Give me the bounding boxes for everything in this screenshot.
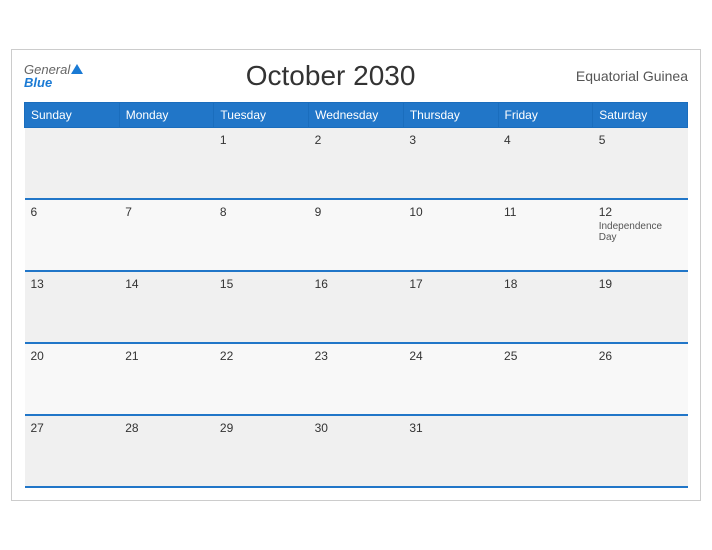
logo-general-text: General	[24, 63, 70, 76]
calendar-week-row: 27 28 29 30 31	[25, 415, 688, 487]
calendar-week-row: 12345	[25, 127, 688, 199]
calendar-day-cell: 20	[25, 343, 120, 415]
col-thursday: Thursday	[403, 102, 498, 127]
calendar-day-cell: 12 Independence Day	[593, 199, 688, 271]
day-number: 18	[504, 277, 587, 291]
calendar-day-cell: 18	[498, 271, 593, 343]
calendar-day-cell	[593, 415, 688, 487]
calendar-day-cell: 1	[214, 127, 309, 199]
calendar-day-cell: 19	[593, 271, 688, 343]
day-number: 29	[220, 421, 303, 435]
calendar-day-cell: 28	[119, 415, 214, 487]
day-number: 2	[315, 133, 398, 147]
day-number: 8	[220, 205, 303, 219]
day-number: 16	[315, 277, 398, 291]
day-number: 28	[125, 421, 208, 435]
day-number: 1	[220, 133, 303, 147]
day-number: 27	[31, 421, 114, 435]
calendar-day-cell: 4	[498, 127, 593, 199]
day-number: 9	[315, 205, 398, 219]
calendar-day-cell	[25, 127, 120, 199]
day-number: 13	[31, 277, 114, 291]
col-monday: Monday	[119, 102, 214, 127]
day-number: 23	[315, 349, 398, 363]
day-number: 6	[31, 205, 114, 219]
day-number: 14	[125, 277, 208, 291]
calendar-day-cell: 14	[119, 271, 214, 343]
day-number: 10	[409, 205, 492, 219]
calendar-grid: Sunday Monday Tuesday Wednesday Thursday…	[24, 102, 688, 489]
calendar-day-cell: 27	[25, 415, 120, 487]
calendar-day-cell: 23	[309, 343, 404, 415]
calendar-week-row: 13 14 15 16 17 18 19	[25, 271, 688, 343]
col-wednesday: Wednesday	[309, 102, 404, 127]
calendar-day-cell: 21	[119, 343, 214, 415]
day-number: 20	[31, 349, 114, 363]
day-number: 22	[220, 349, 303, 363]
day-number: 11	[504, 205, 587, 219]
col-friday: Friday	[498, 102, 593, 127]
calendar-day-cell: 13	[25, 271, 120, 343]
logo: General Blue	[24, 63, 85, 89]
calendar-day-cell: 6	[25, 199, 120, 271]
calendar-day-cell: 7	[119, 199, 214, 271]
calendar-day-cell: 8	[214, 199, 309, 271]
calendar-day-cell	[119, 127, 214, 199]
calendar-country: Equatorial Guinea	[576, 68, 688, 84]
day-number: 24	[409, 349, 492, 363]
calendar-header: General Blue October 2030 Equatorial Gui…	[24, 60, 688, 92]
calendar-day-cell: 11	[498, 199, 593, 271]
calendar-week-row: 20 21 22 23 24 25 26	[25, 343, 688, 415]
calendar-week-row: 6789 10 11 12 Independence Day	[25, 199, 688, 271]
calendar-day-cell: 31	[403, 415, 498, 487]
day-number: 19	[599, 277, 682, 291]
col-tuesday: Tuesday	[214, 102, 309, 127]
day-number: 17	[409, 277, 492, 291]
calendar-title: October 2030	[246, 60, 416, 92]
day-number: 15	[220, 277, 303, 291]
calendar-day-cell: 30	[309, 415, 404, 487]
day-number: 31	[409, 421, 492, 435]
day-number: 21	[125, 349, 208, 363]
day-number: 7	[125, 205, 208, 219]
day-number: 4	[504, 133, 587, 147]
day-number: 5	[599, 133, 682, 147]
day-number: 12	[599, 205, 682, 219]
day-number: 3	[409, 133, 492, 147]
calendar-day-cell: 16	[309, 271, 404, 343]
calendar-day-cell: 29	[214, 415, 309, 487]
calendar-day-cell: 25	[498, 343, 593, 415]
calendar-day-cell: 5	[593, 127, 688, 199]
calendar-header-row: Sunday Monday Tuesday Wednesday Thursday…	[25, 102, 688, 127]
logo-triangle-icon	[71, 64, 83, 74]
calendar-day-cell: 24	[403, 343, 498, 415]
day-number: 25	[504, 349, 587, 363]
calendar-day-cell: 26	[593, 343, 688, 415]
calendar-day-cell: 17	[403, 271, 498, 343]
holiday-label: Independence Day	[599, 221, 682, 243]
calendar-day-cell: 2	[309, 127, 404, 199]
logo-blue-text: Blue	[24, 76, 52, 89]
calendar-day-cell: 10	[403, 199, 498, 271]
day-number: 30	[315, 421, 398, 435]
day-number: 26	[599, 349, 682, 363]
calendar-day-cell	[498, 415, 593, 487]
calendar-day-cell: 15	[214, 271, 309, 343]
calendar-day-cell: 3	[403, 127, 498, 199]
col-sunday: Sunday	[25, 102, 120, 127]
calendar-day-cell: 9	[309, 199, 404, 271]
col-saturday: Saturday	[593, 102, 688, 127]
calendar-container: General Blue October 2030 Equatorial Gui…	[11, 49, 701, 502]
calendar-day-cell: 22	[214, 343, 309, 415]
